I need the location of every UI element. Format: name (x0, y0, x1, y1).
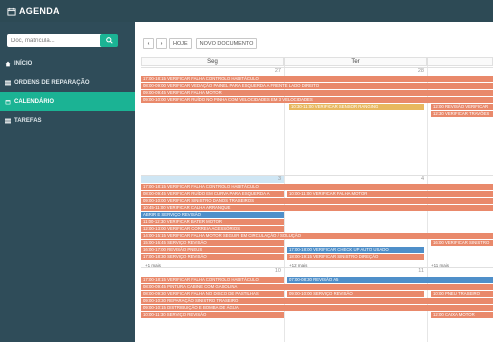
calendar-icon (5, 99, 11, 104)
calendar-event[interactable]: 17:00-18:15 VERIFICAR FALHA CONTROLO HAB… (141, 76, 493, 82)
search-icon (105, 37, 113, 44)
sidebar-item-tarefas[interactable]: TAREFAS (0, 111, 135, 130)
day-number[interactable]: 11 (284, 268, 427, 275)
calendar-week: 10 11 17:00-18:15 VERIFICAR FALHA CONTRO… (141, 267, 493, 342)
sidebar-item-label: TAREFAS (14, 117, 42, 124)
calendar-toolbar: ‹ › HOJE NOVO DOCUMENTO (143, 38, 258, 49)
calendar-event[interactable]: 10:00 PNEU TRASEIRO (431, 291, 493, 297)
calendar-event[interactable]: 10:30-11:00 VERIFICAR SENSOR RANGING (289, 104, 424, 110)
calendar-event[interactable]: 12:00-13:00 VERIFICAR CORREIA ACESSÓRIOS (141, 226, 284, 232)
calendar-grid: Seg Ter 27 28 17:00-18:15 VERIFICAR FALH… (141, 57, 493, 342)
calendar-event[interactable]: 08:00-09:30 VERIFICAR FALHA NO DISCO DE … (141, 291, 284, 297)
calendar-week: 27 28 17:00-18:15 VERIFICAR FALHA CONTRO… (141, 67, 493, 173)
home-icon (5, 61, 11, 66)
sidebar-item-calendario[interactable]: CALENDÁRIO (0, 92, 135, 111)
calendar-event[interactable]: 12:30 VERIFICAR TRAVÕES (431, 111, 493, 117)
calendar-event[interactable]: 10:00-11:00 VERIFICAR FALHA MOTOR (287, 191, 493, 197)
calendar-event[interactable]: 09:00-10:30 REPARAÇÃO SINISTRO TRASEIRO (141, 298, 493, 304)
search-button[interactable] (100, 34, 118, 47)
sidebar-nav: INÍCIO ORDENS DE REPARAÇÃO CALENDÁRIO TA… (0, 54, 135, 130)
sidebar-item-inicio[interactable]: INÍCIO (0, 54, 135, 73)
calendar-event[interactable]: 07:00-08:30 REVISÃO A5 (287, 277, 493, 283)
calendar-event[interactable]: 14:00-15:15 VERIFICAR FALHA MOTOR SEGUIR… (141, 233, 493, 239)
calendar-event[interactable]: 15:00-16:45 SERVIÇO REVISÃO (141, 240, 284, 246)
main-content: ‹ › HOJE NOVO DOCUMENTO Seg Ter 27 28 17… (135, 22, 493, 342)
calendar-event[interactable]: 17:00-18:00 VERIFICAR CHECK UP AUTO USAD… (287, 247, 424, 253)
tasks-icon (5, 118, 11, 123)
calendar-event[interactable]: 16:00-17:00 REVISÃO PNEUS (141, 247, 284, 253)
calendar-logo-icon (7, 7, 16, 16)
sidebar-item-label: CALENDÁRIO (14, 98, 54, 105)
day-number[interactable]: 10 (141, 268, 284, 275)
sidebar-item-ordens[interactable]: ORDENS DE REPARAÇÃO (0, 73, 135, 92)
day-header-mon: Seg (141, 57, 284, 66)
list-icon (5, 80, 11, 85)
day-number[interactable]: 4 (284, 176, 427, 183)
calendar-event[interactable]: ABRIR E SERVIÇO REVISÃO (141, 212, 284, 218)
calendar-event[interactable]: 08:00-09:00 VERIFICAR VEDAÇÃO PAINEL PAR… (141, 83, 493, 89)
calendar-event[interactable]: 17:00-18:30 SERVIÇO REVISÃO (141, 254, 284, 260)
day-header-tue: Ter (284, 57, 427, 66)
calendar-event[interactable]: 09:00-10:00 VERIFICAR RUÍDO NO PINHA COM… (141, 97, 493, 103)
calendar-event[interactable]: 16:00 VERIFICAR SINISTRO (431, 240, 493, 246)
day-header-next (427, 57, 493, 66)
app-title: AGENDA (19, 6, 60, 16)
sidebar-item-label: INÍCIO (14, 60, 33, 67)
today-button[interactable]: HOJE (169, 38, 192, 49)
calendar-event[interactable]: 08:00-09:45 PINTURA CABINE COM GASOLINA (141, 284, 493, 290)
day-number[interactable]: 28 (284, 68, 427, 75)
day-number-today[interactable]: 3 (141, 176, 284, 183)
top-bar: AGENDA (0, 0, 493, 22)
app-brand[interactable]: AGENDA (7, 6, 60, 16)
prev-button[interactable]: ‹ (143, 38, 154, 49)
calendar-event[interactable]: 17:00-18:15 VERIFICAR FALHA CONTROLO HAB… (141, 277, 284, 283)
calendar-event[interactable]: 12:00 REVISÃO VERIFICAR (431, 104, 493, 110)
day-number[interactable]: 27 (141, 68, 284, 75)
calendar-event[interactable]: 17:00-18:15 VERIFICAR FALHA CONTROLO HAB… (141, 184, 493, 190)
calendar-event[interactable]: 09:00-10:00 VERIFICAR SINISTRO DANOS TRA… (141, 198, 493, 204)
calendar-event[interactable]: 10:00-11:30 SERVIÇO REVISÃO (141, 312, 284, 318)
search-input[interactable] (7, 34, 95, 47)
sidebar: INÍCIO ORDENS DE REPARAÇÃO CALENDÁRIO TA… (0, 22, 135, 342)
calendar-event[interactable]: 08:00-09:45 VERIFICAR RUÍDO EM CURVA PAR… (141, 191, 284, 197)
sidebar-item-label: ORDENS DE REPARAÇÃO (14, 79, 90, 86)
calendar-event[interactable]: 09:00-09:45 VERIFICAR FALHA MOTOR (141, 90, 493, 96)
next-button[interactable]: › (156, 38, 167, 49)
calendar-event[interactable]: 11:00-12:30 VERIFICAR BATER MOTOR (141, 219, 284, 225)
calendar-event[interactable]: 09:00-10:15 DISTRIBUIÇÃO E BOMBA DE ÁGUA (141, 305, 493, 311)
calendar-event[interactable]: 18:00-19:15 VERIFICAR SINISTRO DIREÇÃO (287, 254, 424, 260)
search-box (7, 34, 118, 47)
calendar-event[interactable]: 10:45-11:00 VERIFICAR CALHA ARRANQUE (141, 205, 493, 211)
calendar-event[interactable]: 09:00-10:00 SERVIÇO REVISÃO (287, 291, 424, 297)
new-document-button[interactable]: NOVO DOCUMENTO (195, 38, 258, 49)
calendar-event[interactable]: 12:00 CAIXA MOTOR (431, 312, 493, 318)
